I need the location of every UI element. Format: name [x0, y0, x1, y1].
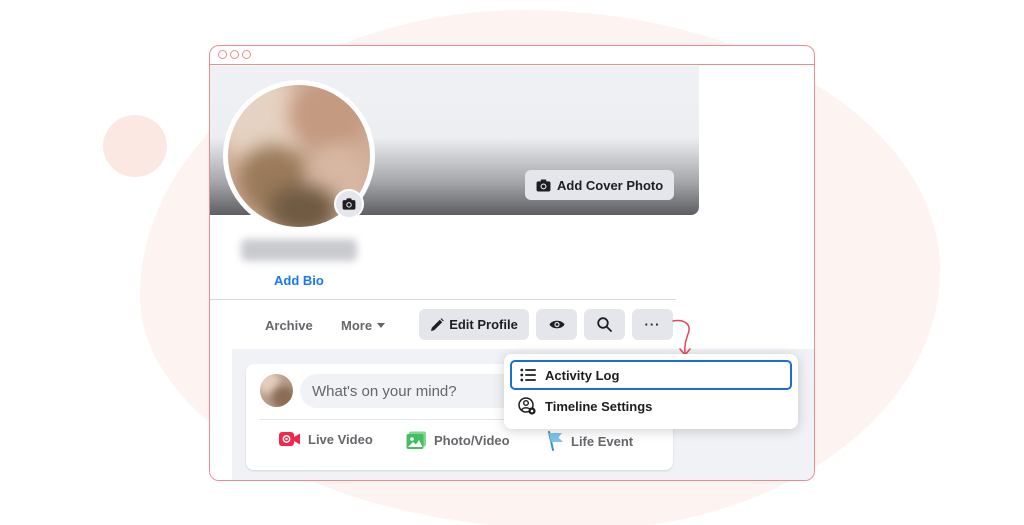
- add-cover-photo-label: Add Cover Photo: [557, 177, 664, 193]
- window-minimize-dot[interactable]: [230, 50, 239, 59]
- update-avatar-button[interactable]: [334, 189, 364, 219]
- photo-icon: [406, 431, 426, 449]
- search-profile-button[interactable]: [584, 309, 625, 340]
- life-event-label: Life Event: [571, 433, 634, 449]
- photo-video-button[interactable]: Photo/Video: [406, 431, 510, 450]
- flag-icon: [548, 431, 563, 451]
- composer-avatar: [260, 374, 293, 407]
- edit-profile-label: Edit Profile: [449, 317, 518, 332]
- tab-more-label: More: [341, 318, 373, 333]
- menu-item-timeline-settings[interactable]: Timeline Settings: [510, 391, 792, 421]
- search-icon: [597, 317, 612, 332]
- live-video-icon: [279, 432, 300, 446]
- live-video-label: Live Video: [308, 431, 373, 447]
- edit-profile-button[interactable]: Edit Profile: [419, 309, 529, 340]
- profile-name-blurred: [241, 239, 357, 261]
- window-close-dot[interactable]: [218, 50, 227, 59]
- background-dot: [103, 115, 167, 177]
- tab-more[interactable]: More: [341, 318, 386, 333]
- left-margin: [210, 349, 232, 480]
- stage: Add Cover Photo Add Bio Archive More Edi…: [0, 0, 1024, 525]
- camera-icon: [536, 178, 551, 192]
- divider: [210, 299, 676, 300]
- add-cover-photo-button[interactable]: Add Cover Photo: [525, 170, 675, 200]
- menu-item-activity-log[interactable]: Activity Log: [510, 360, 792, 390]
- user-gear-icon: [518, 397, 536, 415]
- life-event-button[interactable]: Life Event: [546, 431, 633, 451]
- add-bio-link[interactable]: Add Bio: [274, 273, 324, 288]
- window-titlebar: [210, 46, 814, 65]
- list-icon: [520, 368, 536, 382]
- live-video-button[interactable]: Live Video: [279, 431, 373, 447]
- activity-log-label: Activity Log: [545, 367, 620, 383]
- caret-down-icon: [377, 323, 386, 328]
- tab-archive[interactable]: Archive: [265, 318, 313, 333]
- timeline-settings-label: Timeline Settings: [545, 398, 653, 414]
- camera-icon: [342, 198, 356, 210]
- eye-icon: [549, 320, 564, 329]
- window-maximize-dot[interactable]: [242, 50, 251, 59]
- more-options-menu: Activity Log Timeline Settings: [504, 354, 798, 429]
- view-as-button[interactable]: [536, 309, 577, 340]
- photo-video-label: Photo/Video: [434, 433, 510, 448]
- pencil-icon: [431, 317, 444, 331]
